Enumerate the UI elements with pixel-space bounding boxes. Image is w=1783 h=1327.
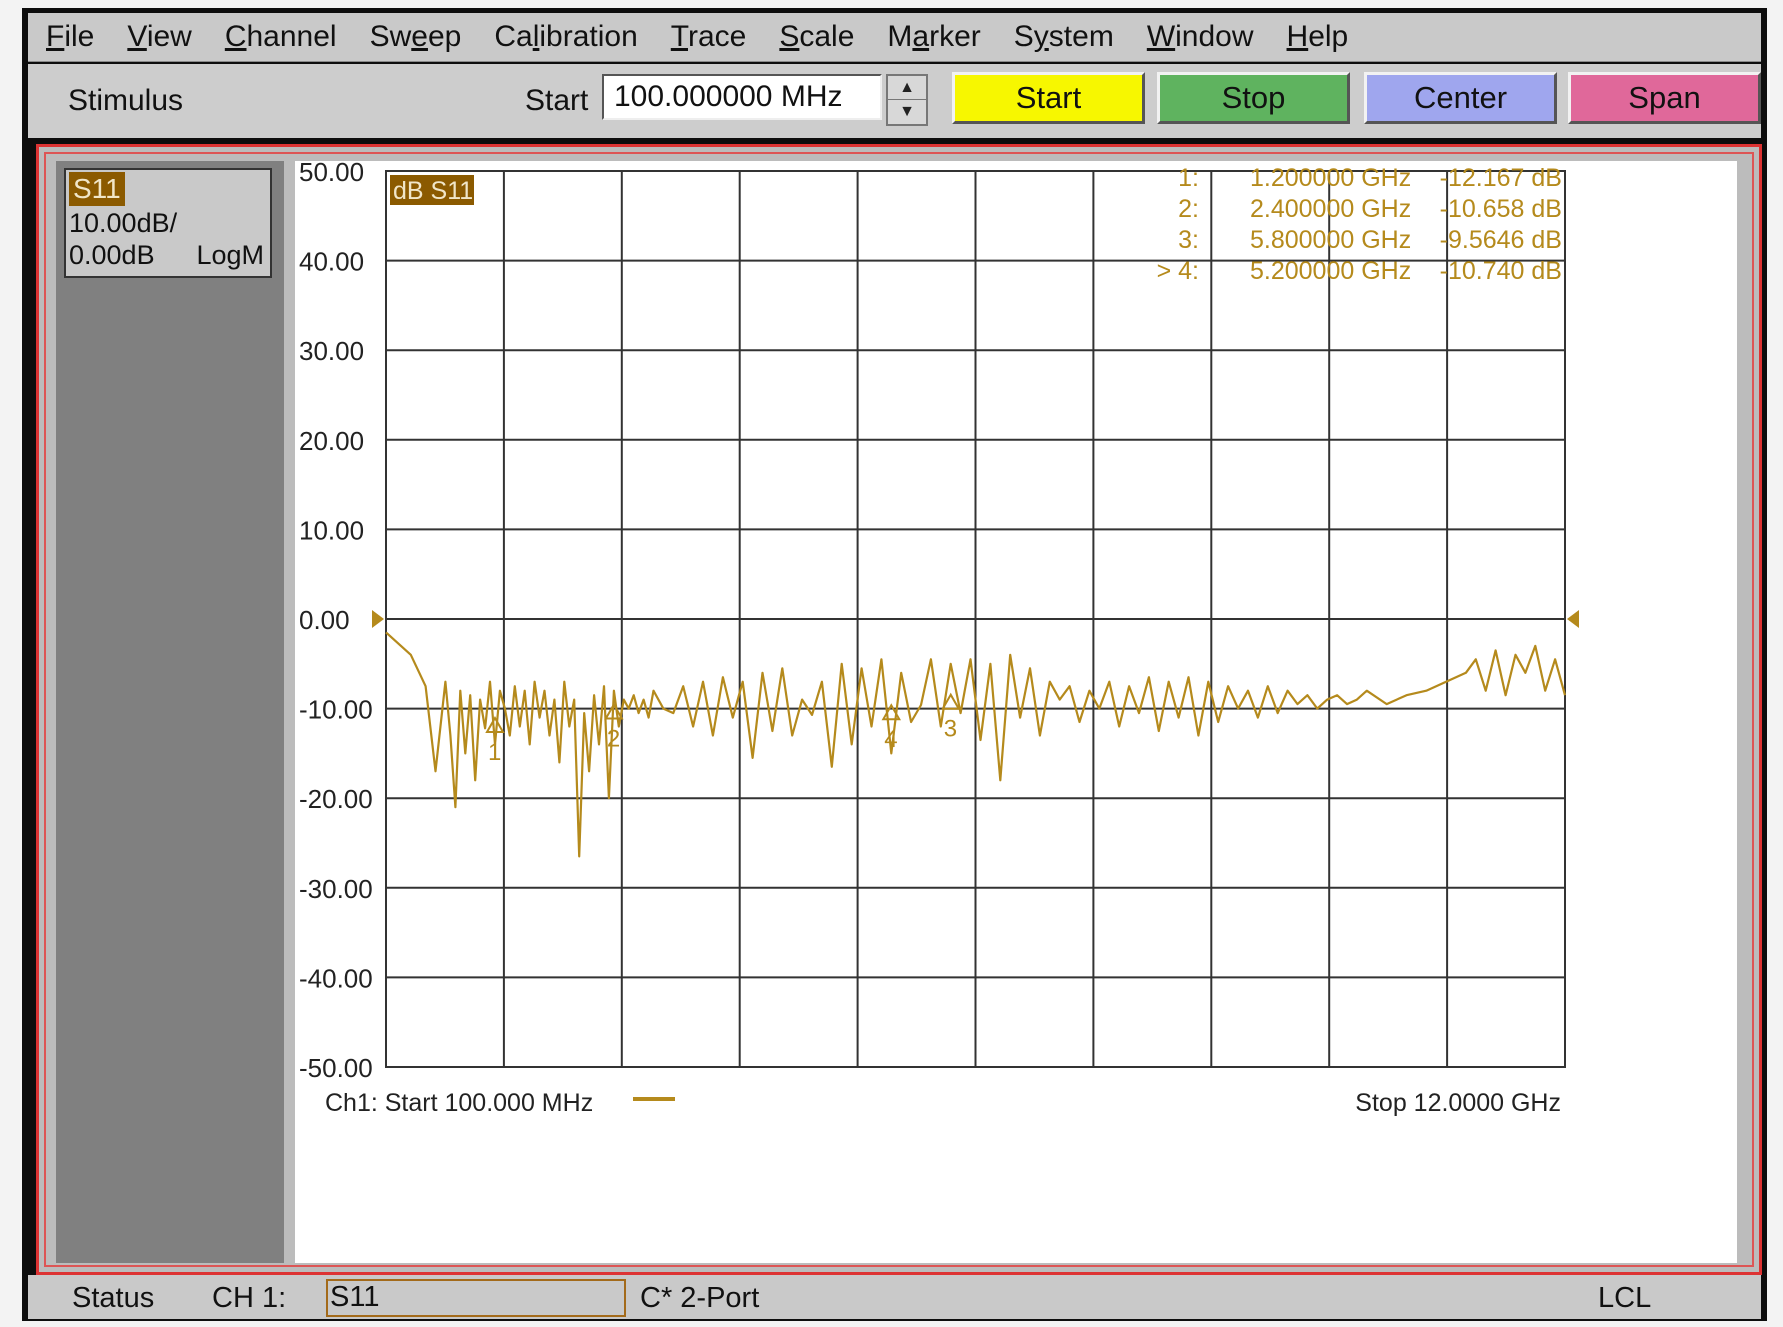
calibration-state: C* 2-Port (640, 1282, 760, 1314)
menu-trace[interactable]: Trace (653, 20, 762, 54)
stimulus-toolbar: Stimulus Start ▲ ▼ Start Stop Center Spa… (28, 64, 1761, 138)
start-button[interactable]: Start (952, 72, 1145, 124)
marker-readout-id: 3: (1178, 226, 1199, 254)
menu-calibration[interactable]: Calibration (476, 20, 652, 54)
y-tick-label: 40.00 (299, 247, 364, 277)
reference-right-arrow-icon (1567, 610, 1579, 628)
marker-readout-value: -10.658 dB (1440, 195, 1562, 223)
analyzer-window: File View Channel Sweep Calibration Trace Scal… (22, 8, 1767, 1321)
measurement-display: S11 10.00dB/ 0.00dB LogM 50.00 40.00 30.00… (36, 144, 1762, 1275)
menu-view[interactable]: View (109, 20, 206, 54)
start-frequency-input[interactable] (602, 74, 882, 120)
trace-reference-level: 0.00dB (69, 240, 155, 270)
center-button[interactable]: Center (1364, 72, 1557, 124)
spin-up-arrow-icon[interactable]: ▲ (888, 76, 926, 100)
y-tick-label: 20.00 (299, 426, 364, 456)
marker-readout-id: 1: (1178, 164, 1199, 192)
y-tick-label: 50.00 (299, 161, 364, 187)
channel-window[interactable]: S11 10.00dB/ 0.00dB LogM 50.00 40.00 30.00… (44, 152, 1754, 1267)
trace-label: dB S11 (393, 177, 473, 205)
marker-4-label: 4 (884, 726, 897, 753)
menu-marker[interactable]: Marker (869, 20, 995, 54)
marker-readout-id: 2: (1178, 195, 1199, 223)
trace-status-panel: S11 10.00dB/ 0.00dB LogM (56, 161, 284, 1263)
y-tick-label: 0.00 (299, 605, 350, 635)
y-tick-label: 30.00 (299, 336, 364, 366)
remote-local-state: LCL (1598, 1282, 1652, 1314)
marker-readout-frequency: 1.200000 GHz (1250, 164, 1411, 192)
marker-readout-id: > 4: (1157, 257, 1199, 285)
y-tick-label: -30.00 (299, 874, 373, 904)
menu-window[interactable]: Window (1129, 20, 1269, 54)
menu-channel[interactable]: Channel (207, 20, 352, 54)
start-field-label: Start (525, 84, 589, 117)
marker-1-triangle-icon (485, 716, 505, 734)
menu-system[interactable]: System (996, 20, 1129, 54)
marker-2-label: 2 (607, 725, 620, 752)
menu-sweep[interactable]: Sweep (352, 20, 477, 54)
start-frequency-spinner[interactable]: ▲ ▼ (886, 74, 928, 126)
stop-button[interactable]: Stop (1157, 72, 1350, 124)
marker-readout-frequency: 5.200000 GHz (1250, 257, 1411, 285)
marker-readout-value: -10.740 dB (1440, 257, 1562, 285)
trace-scale-per-div: 10.00dB/ (69, 208, 178, 238)
y-tick-label: -50.00 (299, 1053, 373, 1083)
marker-1-label: 1 (488, 739, 501, 766)
marker-3-label: 3 (944, 716, 957, 743)
menu-file[interactable]: File (28, 20, 109, 54)
marker-readout-frequency: 5.800000 GHz (1250, 226, 1411, 254)
reference-left-arrow-icon (372, 610, 384, 628)
channel-label: CH 1: (212, 1282, 287, 1314)
sweep-stop-label: Stop 12.0000 GHz (1355, 1089, 1561, 1117)
menu-scale[interactable]: Scale (761, 20, 869, 54)
sweep-start-label: Ch1: Start 100.000 MHz (325, 1089, 593, 1117)
active-measurement-field[interactable]: S11 (326, 1279, 626, 1317)
trace-info-box[interactable]: S11 10.00dB/ 0.00dB LogM (64, 168, 272, 278)
menu-bar: File View Channel Sweep Calibration Trace Scal… (28, 13, 1761, 62)
trace-format: LogM (196, 240, 264, 270)
y-tick-label: -20.00 (299, 784, 373, 814)
span-button[interactable]: Span (1568, 72, 1761, 124)
menu-help[interactable]: Help (1269, 20, 1364, 54)
status-label: Status (72, 1282, 155, 1314)
stimulus-label: Stimulus (68, 84, 184, 117)
y-tick-label: 10.00 (299, 515, 364, 545)
status-bar: Status CH 1: S11 C* 2-Port LCL (28, 1275, 1761, 1319)
trace-name-badge: S11 (69, 172, 125, 206)
marker-readout-value: -12.167 dB (1440, 164, 1562, 192)
plot-area[interactable]: 50.00 40.00 30.00 20.00 10.00 0.00 -10.00 -20.0… (295, 161, 1737, 1263)
s11-chart: 50.00 40.00 30.00 20.00 10.00 0.00 -10.00 -20.0… (299, 161, 1579, 1117)
y-tick-label: -10.00 (299, 695, 373, 725)
y-tick-label: -40.00 (299, 963, 373, 993)
marker-readout-value: -9.5646 dB (1440, 226, 1562, 254)
marker-readout-frequency: 2.400000 GHz (1250, 195, 1411, 223)
spin-down-arrow-icon[interactable]: ▼ (888, 100, 926, 123)
